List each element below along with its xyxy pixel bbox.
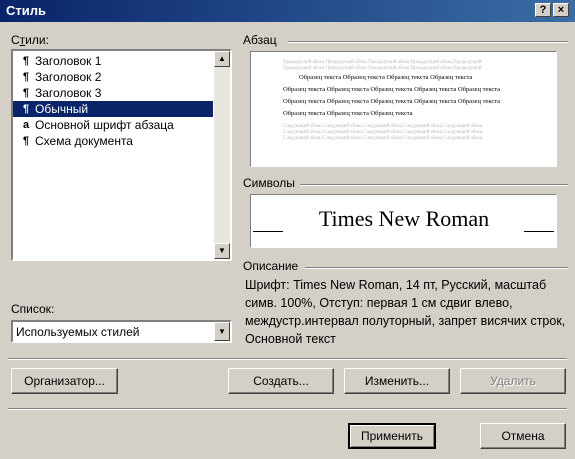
- paragraph-preview: Предыдущий абзац Предыдущий абзац Предыд…: [250, 51, 557, 167]
- preview-line: Образец текста Образец текста Образец те…: [283, 86, 501, 93]
- list-label: Список:: [11, 302, 55, 316]
- paragraph-mark-icon: ¶: [23, 71, 30, 83]
- style-list-item-label: Основной шрифт абзаца: [35, 118, 174, 132]
- character-style-icon: a: [23, 119, 30, 131]
- style-list-item-label: Схема документа: [35, 134, 133, 148]
- paragraph-divider: [288, 41, 568, 43]
- font-baseline-left: [253, 231, 283, 232]
- preview-line: Образец текста Образец текста Образец те…: [299, 74, 473, 81]
- description-text: Шрифт: Times New Roman, 14 пт, Русский, …: [245, 278, 566, 346]
- styles-label: Стили:: [11, 33, 49, 47]
- window-title: Стиль: [6, 3, 46, 18]
- cancel-button[interactable]: Отмена: [480, 423, 566, 449]
- style-dialog: Стиль ? × Стили: ¶ Заголовок 1 ¶ Заголовок …: [0, 0, 575, 459]
- style-list-item[interactable]: ¶ Заголовок 2: [13, 69, 213, 85]
- style-list-item-label: Заголовок 3: [35, 86, 102, 100]
- style-list-item[interactable]: ¶ Схема документа: [13, 133, 213, 149]
- preview-line: Образец текста Образец текста Образец те…: [283, 110, 413, 117]
- separator: [8, 358, 567, 360]
- description-label: Описание: [243, 259, 299, 273]
- paragraph-mark-icon: ¶: [23, 103, 30, 115]
- style-list-item[interactable]: a Основной шрифт абзаца: [13, 117, 213, 133]
- symbols-divider: [300, 184, 568, 186]
- style-list-item-label: Обычный: [35, 102, 89, 116]
- organizer-button[interactable]: Организатор...: [11, 368, 118, 394]
- font-sample-text: Times New Roman: [318, 206, 490, 231]
- styles-scrollbar[interactable]: ▲ ▼: [214, 51, 230, 259]
- help-button[interactable]: ?: [535, 3, 551, 17]
- list-select[interactable]: Используемых стилей ▼: [11, 320, 232, 343]
- scroll-up-icon[interactable]: ▲: [214, 51, 230, 67]
- create-button[interactable]: Создать...: [228, 368, 334, 394]
- apply-button[interactable]: Применить: [348, 423, 436, 449]
- chevron-down-icon[interactable]: ▼: [214, 322, 230, 341]
- separator: [8, 408, 567, 410]
- description-divider: [305, 267, 568, 269]
- symbols-label: Символы: [243, 176, 295, 190]
- paragraph-label: Абзац: [243, 33, 277, 47]
- modify-button[interactable]: Изменить...: [344, 368, 450, 394]
- paragraph-mark-icon: ¶: [23, 55, 30, 67]
- style-list-item[interactable]: ¶ Заголовок 1: [13, 53, 213, 69]
- scroll-down-icon[interactable]: ▼: [214, 243, 230, 259]
- style-list-item[interactable]: ¶ Заголовок 3: [13, 85, 213, 101]
- style-list-item-label: Заголовок 2: [35, 70, 102, 84]
- style-list-item-label: Заголовок 1: [35, 54, 102, 68]
- delete-button[interactable]: Удалить: [460, 368, 566, 394]
- paragraph-mark-icon: ¶: [23, 87, 30, 99]
- style-list-item[interactable]: ¶ Обычный: [13, 101, 213, 117]
- styles-list[interactable]: ¶ Заголовок 1 ¶ Заголовок 2 ¶ Заголовок 3 ¶ Обы…: [11, 49, 232, 261]
- font-baseline-right: [524, 231, 554, 232]
- font-preview: Times New Roman: [250, 194, 557, 248]
- list-select-value: Используемых стилей: [16, 325, 140, 339]
- preview-line: Образец текста Образец текста Образец те…: [283, 98, 501, 105]
- title-bar[interactable]: Стиль ? ×: [0, 0, 575, 22]
- paragraph-mark-icon: ¶: [23, 135, 30, 147]
- close-button[interactable]: ×: [553, 3, 569, 17]
